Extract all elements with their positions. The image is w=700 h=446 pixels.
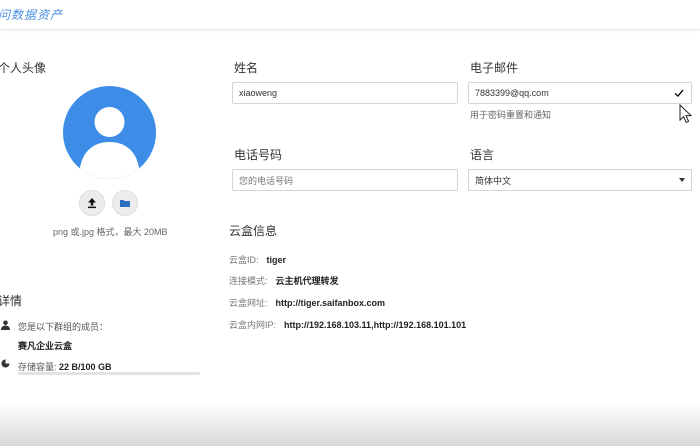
folder-icon xyxy=(120,200,130,207)
group-member-label: 您是以下群组的成员： xyxy=(18,322,109,332)
cloud-url-label: 云盒网址: xyxy=(229,298,268,308)
avatar[interactable] xyxy=(63,86,156,179)
connection-mode-value: 云主机代理转发 xyxy=(275,276,339,286)
storage-pie-icon xyxy=(1,359,10,368)
phone-input-placeholder: 您的电话号码 xyxy=(239,175,294,186)
phone-input[interactable]: 您的电话号码 xyxy=(232,169,458,191)
cloud-info-title: 云盒信息 xyxy=(229,224,278,238)
chevron-down-icon xyxy=(679,178,685,182)
storage-value: 22 B/100 GB xyxy=(59,362,112,372)
default-user-icon xyxy=(79,107,140,179)
language-select[interactable]: 简体中文 xyxy=(468,169,692,191)
cloud-lan-ip-value: http://192.168.103.11,http://192.168.101… xyxy=(284,320,467,330)
storage-label: 存储容量: xyxy=(18,362,57,372)
bottom-fade xyxy=(0,404,700,446)
avatar-section-title: 个人头像 xyxy=(0,61,47,75)
name-label: 姓名 xyxy=(234,61,259,75)
email-label: 电子邮件 xyxy=(470,61,519,75)
language-label: 语言 xyxy=(470,148,495,162)
cloud-info-row: 云盒网址: http://tiger.saifanbox.com xyxy=(229,296,385,309)
details-section-title: 详情 xyxy=(0,294,23,308)
cloud-url-value: http://tiger.saifanbox.com xyxy=(275,298,386,308)
app-title: 问数据资产 xyxy=(0,8,64,22)
cloud-info-row: 云盒ID: tiger xyxy=(229,253,286,266)
select-avatar-button[interactable] xyxy=(112,190,138,216)
mouse-cursor-icon xyxy=(679,104,693,124)
cloud-id-value: tiger xyxy=(266,255,287,265)
phone-label: 电话号码 xyxy=(234,148,283,162)
upload-icon xyxy=(88,198,96,209)
top-bar: 问数据资产 xyxy=(0,0,700,30)
upload-hint: png 或.jpg 格式，最大 20MB xyxy=(53,227,168,237)
name-input-value: xiaoweng xyxy=(239,88,278,98)
user-icon xyxy=(1,320,10,330)
check-icon xyxy=(674,89,684,97)
cloud-info-row: 云盒内网IP: http://192.168.103.11,http://192.… xyxy=(229,318,466,331)
name-input[interactable]: xiaoweng xyxy=(232,82,458,104)
language-select-value: 简体中文 xyxy=(475,175,512,186)
storage-progress-bar xyxy=(18,372,200,375)
email-note: 用于密码重置和通知 xyxy=(470,110,552,120)
cloud-lan-ip-label: 云盒内网IP: xyxy=(229,320,277,330)
email-input[interactable]: 7883399@qq.com xyxy=(468,82,692,104)
group-name: 赛凡企业云盒 xyxy=(18,341,73,351)
upload-avatar-button[interactable] xyxy=(79,190,105,216)
email-input-value: 7883399@qq.com xyxy=(475,88,549,98)
connection-mode-label: 连接模式: xyxy=(229,276,268,286)
cloud-id-label: 云盒ID: xyxy=(229,255,259,265)
cloud-info-row: 连接模式: 云主机代理转发 xyxy=(229,274,339,287)
